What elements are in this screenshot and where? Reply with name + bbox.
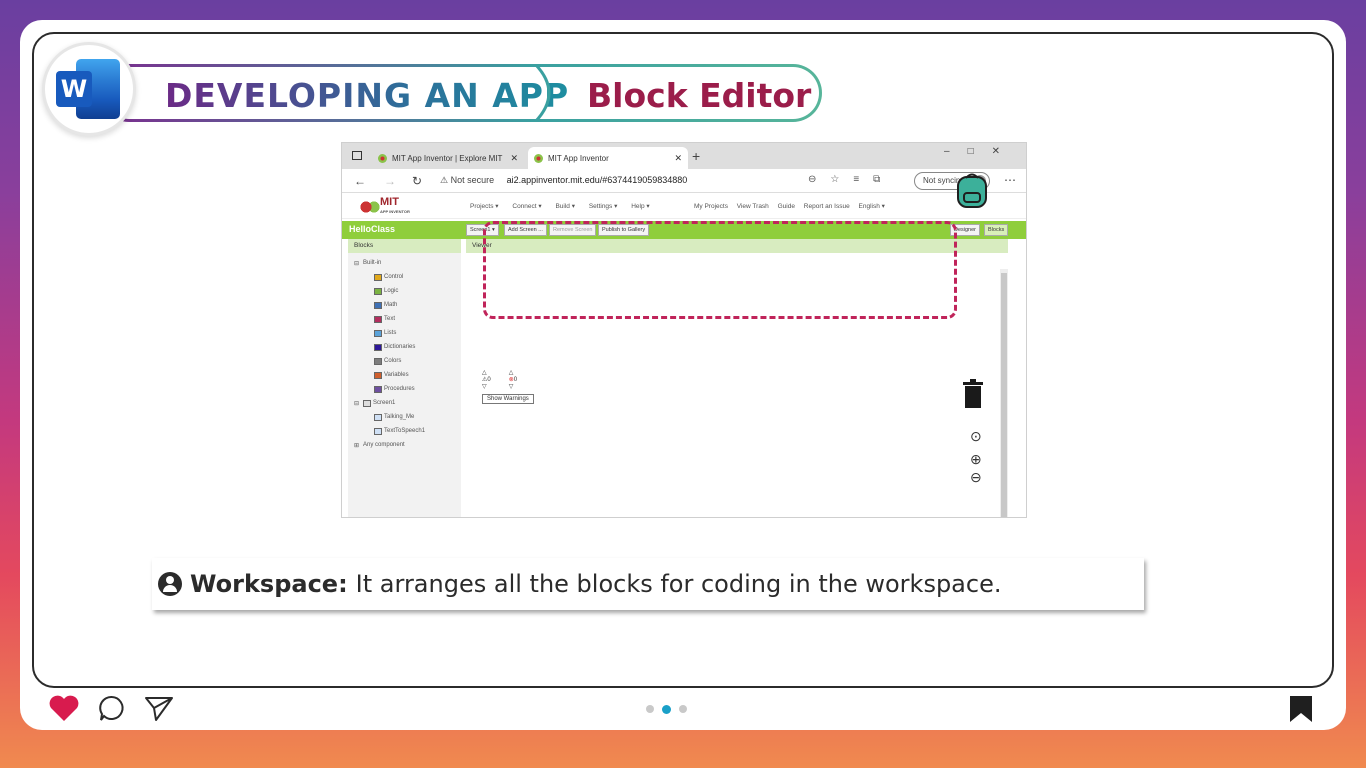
- blocks-button[interactable]: Blocks: [984, 224, 1009, 236]
- tab-label: MIT App Inventor | Explore MIT: [392, 153, 503, 163]
- tree-item-logic[interactable]: Logic: [354, 284, 455, 298]
- browser-tab-bar: MIT App Inventor | Explore MIT ✕ MIT App…: [342, 143, 1026, 169]
- user-circle-icon: [158, 572, 182, 596]
- tab-actions-icon[interactable]: [352, 151, 362, 160]
- blocks-panel: Blocks ⊟ Built-in Control Logic Math Text…: [348, 239, 461, 517]
- tree-item-math[interactable]: Math: [354, 298, 455, 312]
- warnings-panel: △ ⚠0 ▽ △ ⊗0 ▽ Show Warnings: [482, 369, 534, 404]
- banner-separator-icon: [533, 64, 551, 122]
- show-warnings-button[interactable]: Show Warnings: [482, 394, 534, 404]
- tree-builtin[interactable]: ⊟ Built-in: [354, 256, 455, 270]
- right-menu: My Projects View Trash Guide Report an I…: [694, 202, 892, 210]
- page-dot[interactable]: [679, 705, 687, 713]
- word-app-badge: W: [42, 42, 136, 136]
- url-text: ai2.appinventor.mit.edu/#637441905983488…: [506, 175, 688, 185]
- browser-tab[interactable]: MIT App Inventor | Explore MIT ✕: [372, 147, 524, 169]
- error-counter[interactable]: △ ⊗0 ▽: [509, 369, 517, 390]
- menu-report-issue[interactable]: Report an Issue: [804, 203, 850, 210]
- blocks-tree: ⊟ Built-in Control Logic Math Text Lists …: [348, 253, 461, 455]
- tree-item-lists[interactable]: Lists: [354, 326, 455, 340]
- warning-counter[interactable]: △ ⚠0 ▽: [482, 369, 491, 390]
- menu-guide[interactable]: Guide: [778, 203, 795, 210]
- close-icon[interactable]: ✕: [510, 153, 518, 164]
- heart-icon[interactable]: [48, 694, 80, 722]
- menu-my-projects[interactable]: My Projects: [694, 203, 728, 210]
- new-tab-icon[interactable]: +: [692, 148, 700, 164]
- menu-projects[interactable]: Projects ▾: [470, 203, 499, 210]
- menu-connect[interactable]: Connect ▾: [512, 203, 541, 210]
- tree-item-control[interactable]: Control: [354, 270, 455, 284]
- bookmark-icon[interactable]: [1288, 694, 1314, 724]
- menu-help[interactable]: Help ▾: [631, 203, 649, 210]
- slide-pagination: [646, 705, 687, 714]
- menu-settings[interactable]: Settings ▾: [589, 203, 618, 210]
- zoom-out-icon[interactable]: ⊖: [970, 469, 982, 486]
- word-icon: W: [54, 57, 124, 121]
- app-inventor-nav: MIT APP INVENTOR Projects ▾ Connect ▾ Bui…: [342, 193, 1026, 219]
- workspace-scrollbar[interactable]: [1000, 269, 1008, 517]
- tab-label: MIT App Inventor: [548, 153, 609, 163]
- tree-item-text[interactable]: Text: [354, 312, 455, 326]
- browser-screenshot: MIT App Inventor | Explore MIT ✕ MIT App…: [341, 142, 1027, 518]
- menu-view-trash[interactable]: View Trash: [737, 203, 769, 210]
- tree-item-procedures[interactable]: Procedures: [354, 382, 455, 396]
- url-field[interactable]: ⚠ Not secure ai2.appinventor.mit.edu/#63…: [440, 175, 687, 186]
- forward-icon[interactable]: →: [384, 174, 396, 188]
- blocks-header: Blocks: [348, 239, 461, 253]
- page-dot-active[interactable]: [662, 705, 671, 714]
- comment-icon[interactable]: [98, 694, 126, 722]
- caption-box: Workspace: It arranges all the blocks fo…: [152, 558, 1144, 610]
- app-inventor-favicon-icon: [378, 153, 387, 163]
- address-bar: ← → ↻ ⚠ Not secure ai2.appinventor.mit.e…: [342, 169, 1026, 193]
- tree-item-colors[interactable]: Colors: [354, 354, 455, 368]
- back-icon[interactable]: ←: [354, 174, 366, 188]
- title-banner: DEVELOPING AN APP Block Editor: [100, 64, 822, 122]
- more-icon[interactable]: ⋯: [1004, 173, 1016, 187]
- menu-build[interactable]: Build ▾: [555, 203, 575, 210]
- send-icon[interactable]: [144, 694, 174, 722]
- tree-item-variables[interactable]: Variables: [354, 368, 455, 382]
- browser-tab-active[interactable]: MIT App Inventor ✕: [528, 147, 688, 169]
- title-left: DEVELOPING AN APP: [165, 76, 570, 115]
- page-dot[interactable]: [646, 705, 654, 713]
- window-controls[interactable]: –□✕: [944, 146, 1018, 157]
- security-label: Not secure: [450, 175, 495, 185]
- tree-any-component[interactable]: ⊞ Any component: [354, 438, 455, 452]
- tree-item-dictionaries[interactable]: Dictionaries: [354, 340, 455, 354]
- app-inventor-favicon-icon: [534, 153, 543, 163]
- tree-component[interactable]: TextToSpeech1: [354, 424, 455, 438]
- mit-app-inventor-logo[interactable]: MIT APP INVENTOR: [360, 197, 410, 217]
- warning-icon: ⚠: [440, 175, 449, 185]
- backpack-icon[interactable]: [954, 171, 990, 209]
- tree-screen[interactable]: ⊟ Screen1: [354, 396, 455, 410]
- project-name: HelloClass: [349, 224, 396, 234]
- title-right: Block Editor: [587, 76, 812, 115]
- zoom-in-icon[interactable]: ⊕: [970, 451, 982, 468]
- browser-tool-icons[interactable]: ⊖☆≡⧉: [808, 174, 894, 185]
- recenter-icon[interactable]: ⊙: [970, 428, 982, 445]
- slide-card: DEVELOPING AN APP Block Editor W MIT App…: [20, 20, 1346, 730]
- workspace-highlight: [483, 221, 957, 319]
- main-menu: Projects ▾ Connect ▾ Build ▾ Settings ▾ …: [470, 202, 662, 210]
- refresh-icon[interactable]: ↻: [412, 174, 422, 188]
- bee-logo-icon: [360, 200, 380, 214]
- caption-text: It arranges all the blocks for coding in…: [355, 570, 1002, 598]
- trash-icon[interactable]: [962, 379, 984, 409]
- close-icon[interactable]: ✕: [674, 153, 682, 164]
- caption-term: Workspace:: [190, 570, 348, 598]
- menu-language[interactable]: English ▾: [859, 203, 885, 210]
- tree-component[interactable]: Talking_Me: [354, 410, 455, 424]
